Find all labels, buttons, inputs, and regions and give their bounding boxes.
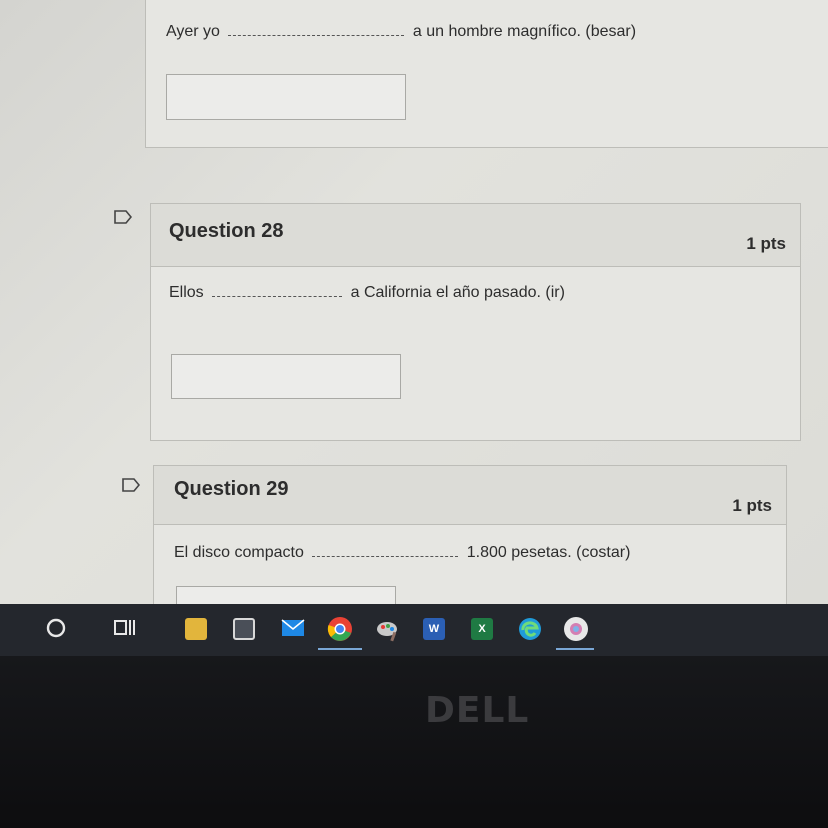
question-29-title: Question 29 xyxy=(174,478,289,500)
monitor-bezel xyxy=(0,656,828,828)
question-27-text: Ayer yo a un hombre magnífico. (besar) xyxy=(166,23,636,41)
question-28-header: Question 28 1 pts xyxy=(151,204,800,267)
question-29-header: Question 29 1 pts xyxy=(154,466,786,525)
question-29-card: Question 29 1 pts El disco compacto 1.80… xyxy=(153,465,787,604)
chrome-active-indicator xyxy=(318,648,362,650)
question-29-prefix: El disco compacto xyxy=(174,544,304,561)
question-28-title: Question 28 xyxy=(169,220,284,242)
taskbar: W X xyxy=(0,604,828,656)
question-27-answer-input[interactable] xyxy=(166,74,406,120)
question-28-points: 1 pts xyxy=(746,234,786,253)
question-28-text: Ellos a California el año pasado. (ir) xyxy=(169,284,565,302)
question-28-card: Question 28 1 pts Ellos a California el … xyxy=(150,203,801,441)
question-29-suffix: 1.800 pesetas. (costar) xyxy=(466,544,631,561)
cortana-circle-icon[interactable] xyxy=(45,617,67,639)
chromium-icon[interactable] xyxy=(563,616,589,642)
paint-icon[interactable] xyxy=(375,616,401,642)
flag-question-29-icon[interactable] xyxy=(122,478,140,492)
question-27-card: Ayer yo a un hombre magnífico. (besar) xyxy=(145,0,828,148)
chromium-active-indicator xyxy=(556,648,594,650)
excel-icon[interactable]: X xyxy=(471,618,493,640)
question-27-prefix: Ayer yo xyxy=(166,23,220,40)
mail-icon[interactable] xyxy=(281,618,305,638)
question-29-points: 1 pts xyxy=(732,496,772,515)
store-icon[interactable] xyxy=(233,618,255,640)
question-29-answer-input[interactable] xyxy=(176,586,396,604)
question-28-prefix: Ellos xyxy=(169,284,204,301)
question-27-blank xyxy=(228,34,405,36)
question-28-answer-input[interactable] xyxy=(171,354,401,399)
dell-logo: DELL xyxy=(425,690,530,731)
flag-question-28-icon[interactable] xyxy=(114,210,132,224)
edge-icon[interactable] xyxy=(517,616,543,642)
question-28-suffix: a California el año pasado. (ir) xyxy=(350,284,565,301)
question-27-suffix: a un hombre magnífico. (besar) xyxy=(412,23,637,40)
file-explorer-icon[interactable] xyxy=(185,618,207,640)
question-28-blank xyxy=(212,295,343,297)
screen: Ayer yo a un hombre magnífico. (besar) Q… xyxy=(0,0,828,604)
word-icon[interactable]: W xyxy=(423,618,445,640)
question-29-blank xyxy=(312,555,459,557)
question-29-text: El disco compacto 1.800 pesetas. (costar… xyxy=(174,544,630,562)
word-icon-letter: W xyxy=(428,623,440,635)
chrome-icon[interactable] xyxy=(327,616,353,642)
task-view-icon[interactable] xyxy=(113,617,137,639)
excel-icon-letter: X xyxy=(478,623,486,635)
